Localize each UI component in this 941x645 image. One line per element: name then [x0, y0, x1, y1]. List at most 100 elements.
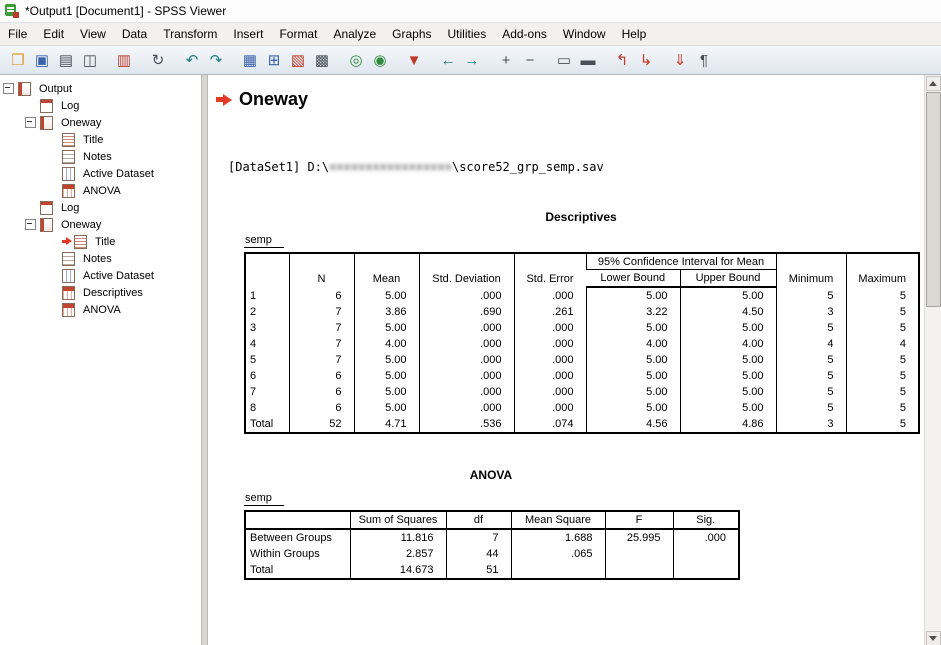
- collapse-toggle[interactable]: [25, 117, 36, 128]
- outline-item-oneway[interactable]: Oneway: [0, 114, 201, 131]
- menu-utilities[interactable]: Utilities: [440, 24, 495, 44]
- use-variable-sets-button[interactable]: ◎: [344, 48, 368, 72]
- redo-button[interactable]: ↷: [204, 48, 228, 72]
- outline-item-label: Log: [58, 99, 82, 113]
- menu-graphs[interactable]: Graphs: [384, 24, 439, 44]
- down-arrow-icon: [929, 636, 937, 641]
- cell: 3: [776, 304, 846, 320]
- menu-add-ons[interactable]: Add-ons: [494, 24, 555, 44]
- variables-button[interactable]: ▩: [310, 48, 334, 72]
- expand-selection-button[interactable]: +: [494, 48, 518, 72]
- demote-item-button[interactable]: ↳: [634, 48, 658, 72]
- outline-item-log[interactable]: Log: [0, 97, 201, 114]
- promote-item-button[interactable]: ↰: [610, 48, 634, 72]
- save-button[interactable]: ▣: [30, 48, 54, 72]
- insert-text-button[interactable]: ¶: [692, 48, 716, 72]
- outline-pane[interactable]: OutputLogOnewayTitleNotesActive DatasetA…: [0, 75, 201, 645]
- col-header: Maximum: [846, 253, 919, 287]
- menu-transform[interactable]: Transform: [155, 24, 225, 44]
- scrollbar-thumb[interactable]: [926, 92, 941, 307]
- goto-case-button[interactable]: ⊞: [262, 48, 286, 72]
- anova-table[interactable]: Sum of SquaresdfMean SquareFSig.Between …: [244, 510, 740, 580]
- cell: 5: [776, 352, 846, 368]
- print-button[interactable]: ▤: [54, 48, 78, 72]
- menu-edit[interactable]: Edit: [35, 24, 72, 44]
- cell: 5.00: [586, 352, 680, 368]
- undo-button[interactable]: ↶: [180, 48, 204, 72]
- goto-case-icon: ⊞: [268, 53, 281, 68]
- insert-heading-button[interactable]: ⇓: [668, 48, 692, 72]
- cell: 4.00: [354, 336, 419, 352]
- col-header: Std. Deviation: [419, 253, 514, 287]
- book-icon: [40, 116, 53, 130]
- pane-splitter[interactable]: [201, 75, 208, 645]
- outline-item-title[interactable]: Title: [0, 131, 201, 148]
- insert-heading-icon: ⇓: [674, 53, 687, 68]
- hide-item-button[interactable]: ▬: [576, 48, 600, 72]
- col-header: N: [289, 253, 354, 287]
- navigate-next-button[interactable]: →: [460, 48, 484, 72]
- row-label: Total: [245, 416, 289, 433]
- dataset-path-redacted: ×××××××××××××××××: [329, 160, 452, 174]
- menu-analyze[interactable]: Analyze: [325, 24, 384, 44]
- cell: 4.50: [680, 304, 776, 320]
- outline-item-active-dataset[interactable]: Active Dataset: [0, 165, 201, 182]
- navigate-prev-button[interactable]: ←: [436, 48, 460, 72]
- recall-dialogs-button[interactable]: ↻: [146, 48, 170, 72]
- col-header: Mean: [354, 253, 419, 287]
- cell: 5: [776, 287, 846, 304]
- undo-icon: ↶: [186, 53, 199, 68]
- table-row: 273.86.690.2613.224.5035: [245, 304, 919, 320]
- show-item-button[interactable]: ▭: [552, 48, 576, 72]
- outline-item-notes[interactable]: Notes: [0, 148, 201, 165]
- show-all-button[interactable]: ◉: [368, 48, 392, 72]
- current-item-arrow-icon: [62, 237, 73, 246]
- collapse-toggle[interactable]: [3, 83, 14, 94]
- cell: 5.00: [354, 352, 419, 368]
- menu-window[interactable]: Window: [555, 24, 614, 44]
- outline-item-notes[interactable]: Notes: [0, 250, 201, 267]
- outline-item-label: Descriptives: [80, 286, 146, 300]
- content-pane[interactable]: Oneway [DataSet1] D:\×××××××××××××××××\s…: [208, 75, 924, 645]
- table-row: 474.00.000.0004.004.0044: [245, 336, 919, 352]
- scroll-down-button[interactable]: [926, 631, 941, 645]
- cell: 6: [289, 368, 354, 384]
- export-output-button[interactable]: ▥: [112, 48, 136, 72]
- goto-data-button[interactable]: ▦: [238, 48, 262, 72]
- outline-item-label: ANOVA: [80, 184, 124, 198]
- print-preview-button[interactable]: ◫: [78, 48, 102, 72]
- outline-item-oneway[interactable]: Oneway: [0, 216, 201, 233]
- outline-item-output[interactable]: Output: [0, 80, 201, 97]
- outline-item-anova[interactable]: ANOVA: [0, 301, 201, 318]
- insert-cases-button[interactable]: ▧: [286, 48, 310, 72]
- collapse-toggle[interactable]: [25, 219, 36, 230]
- menu-help[interactable]: Help: [614, 24, 655, 44]
- descriptives-layer-label: semp: [244, 234, 284, 248]
- cell: 5.00: [680, 320, 776, 336]
- cell: [673, 562, 739, 579]
- select-cases-button[interactable]: ▼: [402, 48, 426, 72]
- scroll-up-button[interactable]: [926, 76, 941, 91]
- col-header: Sig.: [673, 511, 739, 529]
- outline-item-log[interactable]: Log: [0, 199, 201, 216]
- menu-insert[interactable]: Insert: [225, 24, 271, 44]
- col-header: Sum of Squares: [350, 511, 446, 529]
- col-subheader: Upper Bound: [680, 270, 776, 288]
- outline-item-anova[interactable]: ANOVA: [0, 182, 201, 199]
- menu-view[interactable]: View: [72, 24, 114, 44]
- menu-format[interactable]: Format: [271, 24, 325, 44]
- cell: .000: [419, 368, 514, 384]
- open-file-button[interactable]: ❒: [6, 48, 30, 72]
- menu-data[interactable]: Data: [114, 24, 155, 44]
- menu-file[interactable]: File: [0, 24, 35, 44]
- outline-item-descriptives[interactable]: Descriptives: [0, 284, 201, 301]
- row-label: Total: [245, 562, 350, 579]
- cell: 11.816: [350, 529, 446, 546]
- outline-item-active-dataset[interactable]: Active Dataset: [0, 267, 201, 284]
- descriptives-table[interactable]: NMeanStd. DeviationStd. Error95% Confide…: [244, 252, 920, 434]
- vertical-scrollbar[interactable]: [924, 75, 941, 645]
- outline-item-title[interactable]: Title: [0, 233, 201, 250]
- collapse-selection-button[interactable]: −: [518, 48, 542, 72]
- ci-group-header: 95% Confidence Interval for Mean: [586, 253, 776, 270]
- table-row: 375.00.000.0005.005.0055: [245, 320, 919, 336]
